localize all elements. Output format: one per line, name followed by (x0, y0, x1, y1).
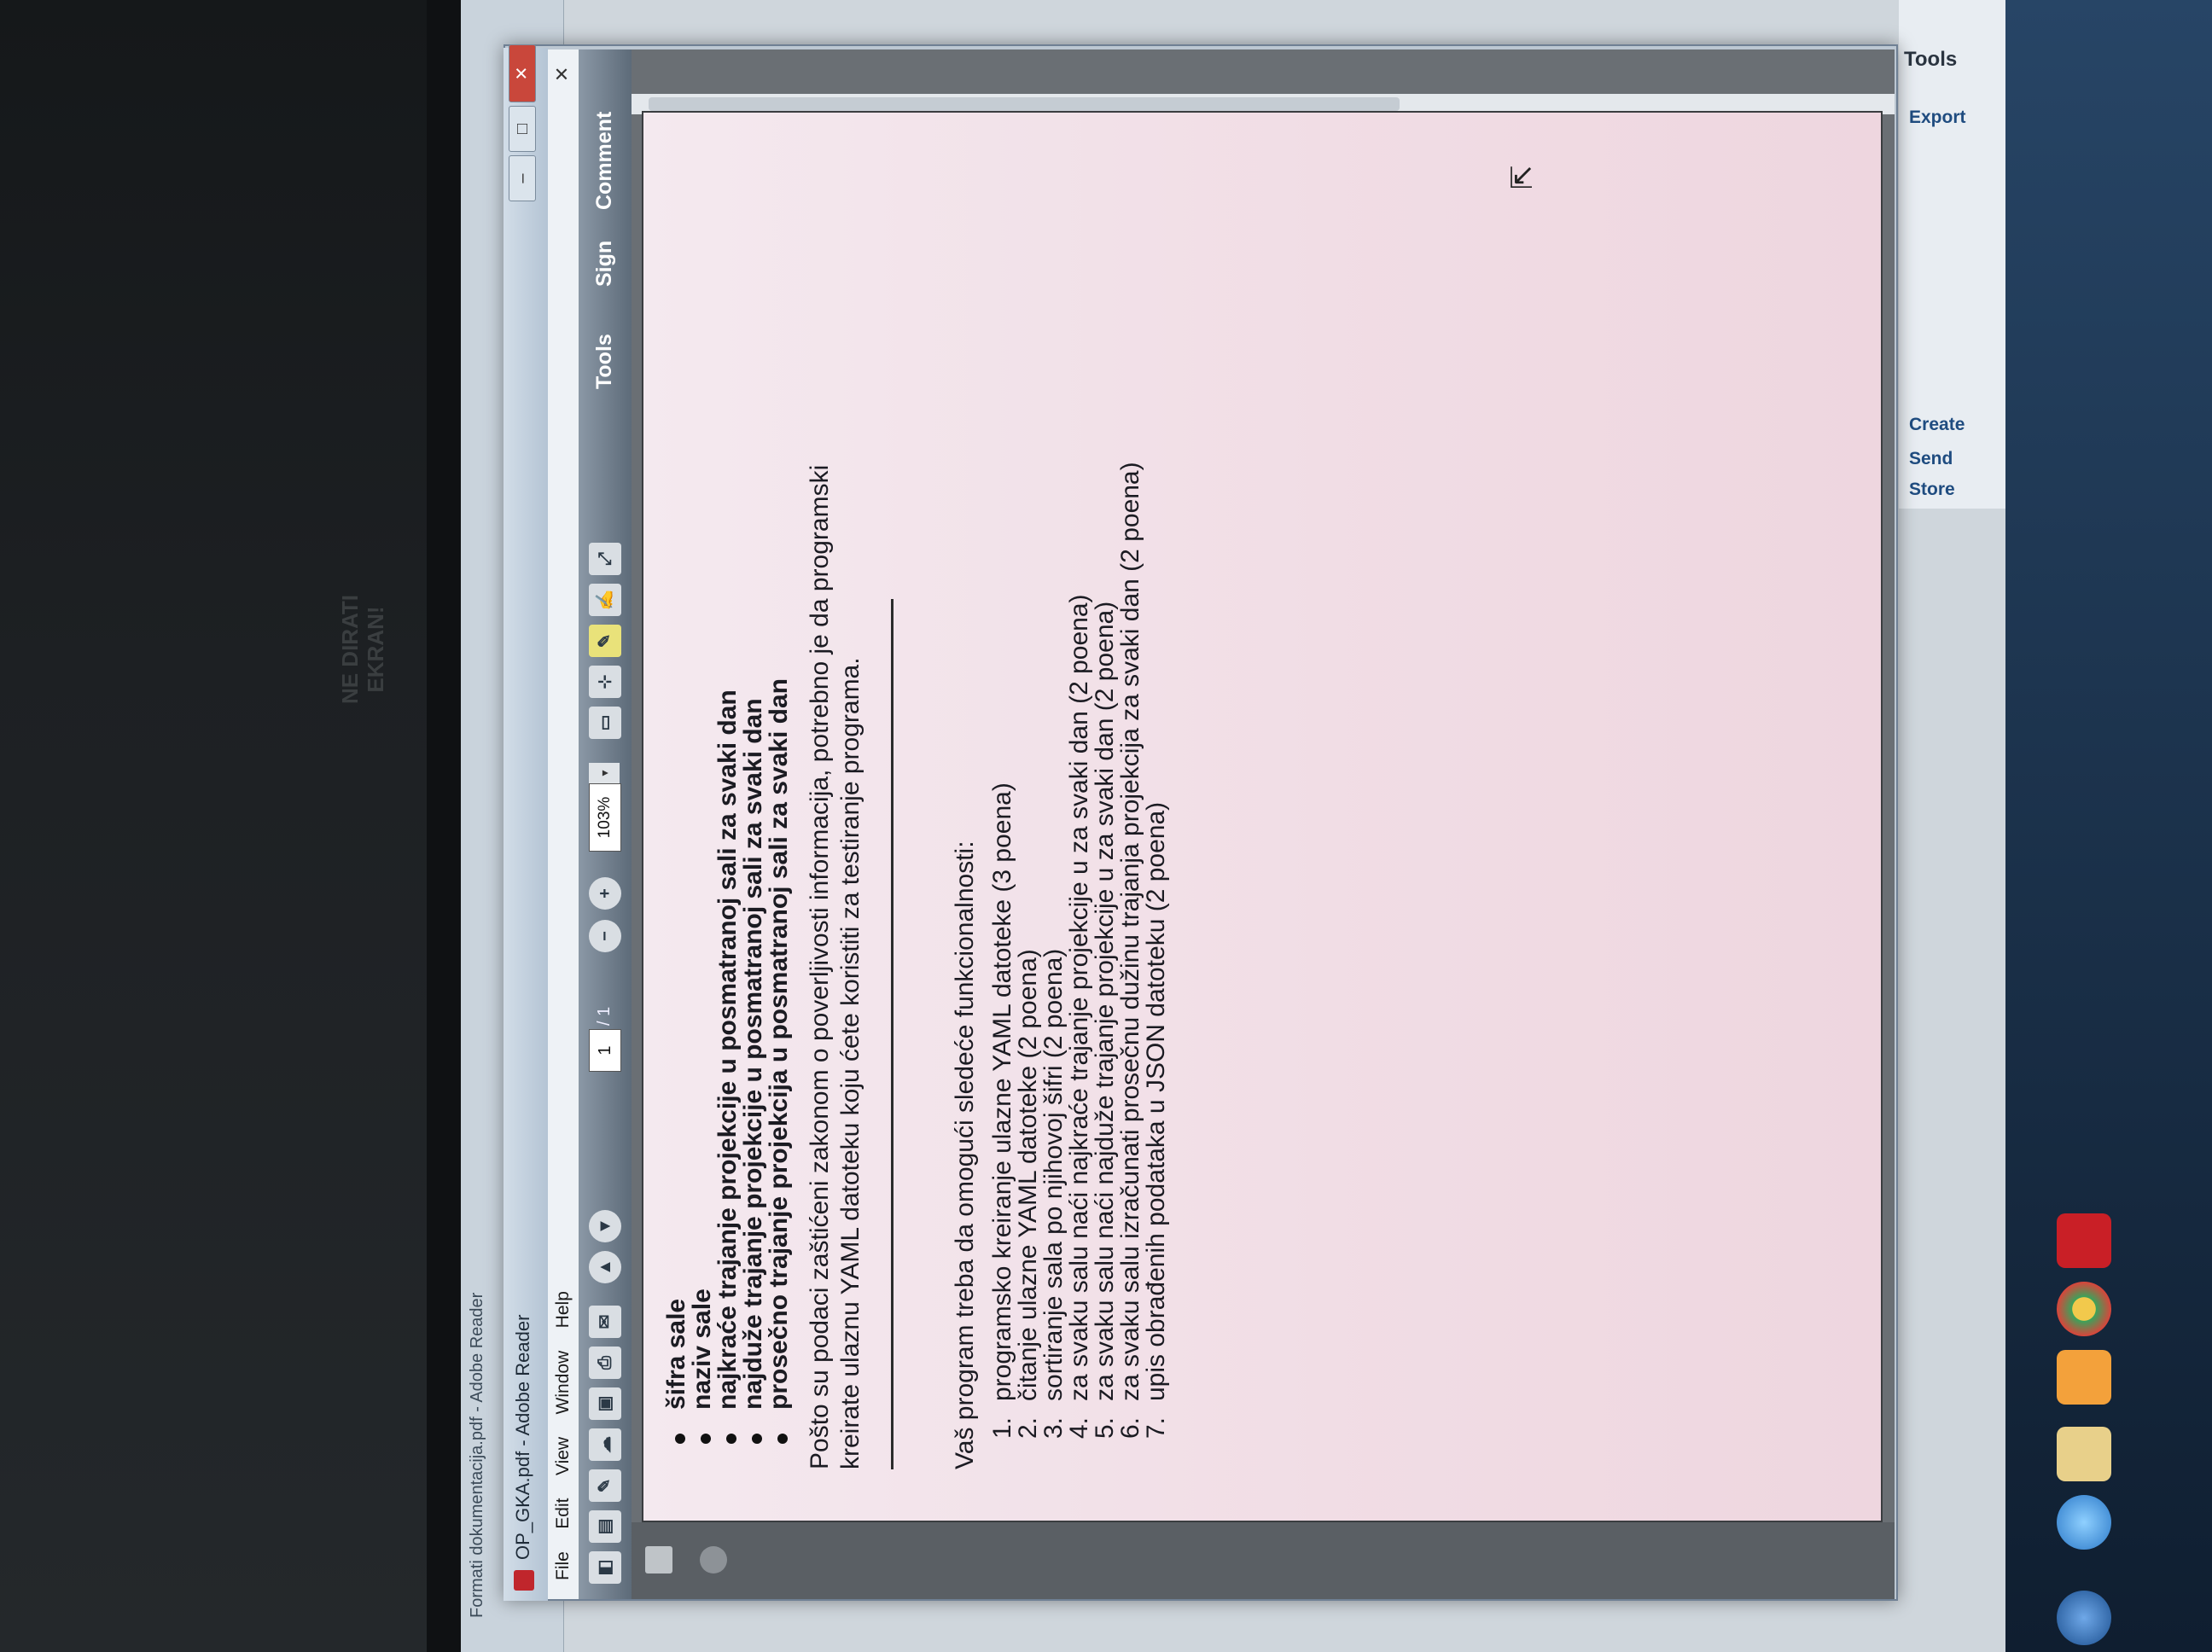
tools-pane-title[interactable]: Tools (1904, 48, 1957, 72)
taskbar (2005, 0, 2212, 1652)
background-window-title: Formati dokumentacija.pdf - Adobe Reader (468, 1292, 486, 1618)
bullet-icon (726, 1434, 736, 1444)
list-number: 4. (1065, 1416, 1093, 1439)
navigation-pane (632, 1522, 1895, 1599)
menu-file[interactable]: File (548, 1551, 579, 1580)
tools-item-store[interactable]: Store (1909, 480, 1955, 500)
list-item: za svaku salu naći najduže trajanje proj… (1091, 601, 1119, 1401)
bullet-item: prosečno trajanje projekcija u posmatran… (765, 678, 793, 1410)
bullet-icon (701, 1434, 711, 1444)
print-icon[interactable]: ⎙ (589, 1347, 621, 1379)
list-number: 6. (1116, 1416, 1144, 1439)
menu-help[interactable]: Help (548, 1291, 579, 1328)
menu-window[interactable]: Window (548, 1351, 579, 1415)
page-thumbnails-icon[interactable] (645, 1546, 672, 1573)
next-page-icon[interactable]: ▼ (589, 1210, 621, 1242)
tools-item-create[interactable]: Create (1909, 415, 1965, 435)
select-icon[interactable]: ⊹ (589, 666, 621, 698)
list-number: 5. (1091, 1416, 1119, 1439)
list-item: programsko kreiranje ulazne YAML datotek… (988, 782, 1016, 1401)
open-icon[interactable]: ▤ (589, 1510, 621, 1543)
zoom-dropdown-icon[interactable]: ▾ (589, 763, 620, 783)
pdf-page: šifra sale naziv sale najkraće trajanje … (642, 111, 1883, 1522)
edit-icon[interactable]: ✎ (589, 1469, 621, 1502)
tools-button[interactable]: Tools (585, 334, 623, 389)
tools-pane[interactable]: Tools Export Create Send Store (1899, 0, 2018, 509)
mouse-cursor-icon: ⇱ (1506, 165, 1539, 190)
list-item: sortiranje sala po njihovoj šifri (2 poe… (1039, 948, 1068, 1401)
list-number: 2. (1014, 1416, 1042, 1439)
list-item: čitanje ulazne YAML datoteke (2 poena) (1014, 949, 1042, 1401)
menu-bar: File Edit View Window Help (548, 49, 579, 1599)
fullscreen-icon[interactable]: ⤢ (589, 543, 621, 575)
bullet-item: najduže trajanje projekcije u posmatrano… (739, 698, 767, 1410)
list-number: 3. (1039, 1416, 1068, 1439)
list-item: za svaku salu izračunati prosečnu dužinu… (1116, 462, 1144, 1401)
bullet-item: naziv sale (688, 1288, 716, 1410)
desk-background (0, 0, 461, 1652)
zoom-in-icon[interactable]: + (589, 877, 621, 910)
media-icon[interactable] (2057, 1350, 2111, 1405)
page-total-label: / 1 (595, 1006, 614, 1026)
create-pdf-icon[interactable]: ◧ (589, 1551, 621, 1584)
fit-page-icon[interactable]: ▭ (589, 707, 621, 739)
prev-page-icon[interactable]: ▲ (589, 1251, 621, 1283)
zoom-input[interactable]: 103% (589, 783, 621, 852)
sign-button[interactable]: Sign (585, 241, 623, 287)
sign-icon[interactable]: ✍ (589, 584, 621, 616)
tools-item-export[interactable]: Export (1909, 108, 1966, 128)
start-icon[interactable] (2057, 1591, 2111, 1645)
paragraph-line: Pošto su podaci zaštićeni zakonom o pove… (806, 464, 834, 1469)
save-icon[interactable]: ▣ (589, 1387, 621, 1420)
comment-icon[interactable]: ✎ (589, 625, 621, 657)
ie-icon[interactable] (2057, 1495, 2111, 1550)
bullet-icon (675, 1434, 685, 1444)
attachments-icon[interactable] (700, 1546, 727, 1573)
cloud-icon[interactable]: ☁ (589, 1428, 621, 1461)
bullet-item: najkraće trajanje projekcije u posmatran… (713, 689, 742, 1410)
email-icon[interactable]: ✉ (589, 1306, 621, 1338)
page-number-input[interactable]: 1 (589, 1029, 621, 1072)
maximize-button[interactable]: □ (509, 106, 536, 152)
close-document-icon[interactable]: ✕ (551, 67, 573, 82)
list-intro: Vaš program treba da omogući sledeće fun… (951, 841, 979, 1469)
list-number: 1. (988, 1416, 1016, 1439)
horizontal-rule (891, 599, 894, 1469)
list-item: upis obrađenih podataka u JSON datoteku … (1142, 801, 1170, 1401)
menu-edit[interactable]: Edit (548, 1498, 579, 1529)
window-title: OP_GKA.pdf - Adobe Reader (512, 1314, 533, 1560)
bullet-item: šifra sale (662, 1298, 690, 1410)
chrome-icon[interactable] (2057, 1282, 2111, 1336)
scrollbar-thumb[interactable] (649, 97, 1400, 111)
explorer-icon[interactable] (2057, 1427, 2111, 1481)
bullet-icon (777, 1434, 788, 1444)
bullet-icon (752, 1434, 762, 1444)
comment-button[interactable]: Comment (585, 112, 623, 210)
close-button[interactable]: ✕ (509, 44, 536, 102)
list-item: za svaku salu naći najkraće trajanje pro… (1065, 594, 1093, 1401)
tools-item-send[interactable]: Send (1909, 449, 1953, 469)
pdf-app-icon (514, 1570, 534, 1591)
zoom-out-icon[interactable]: − (589, 920, 621, 952)
list-number: 7. (1142, 1416, 1170, 1439)
menu-view[interactable]: View (548, 1437, 579, 1475)
paragraph-line: kreirate ulaznu YAML datoteku koju ćete … (836, 657, 864, 1469)
minimize-button[interactable]: – (509, 155, 536, 201)
warning-sticker: NE DIRATI EKRAN! (337, 594, 388, 705)
acrobat-icon[interactable] (2057, 1213, 2111, 1268)
window-controls: – □ ✕ (509, 44, 543, 201)
